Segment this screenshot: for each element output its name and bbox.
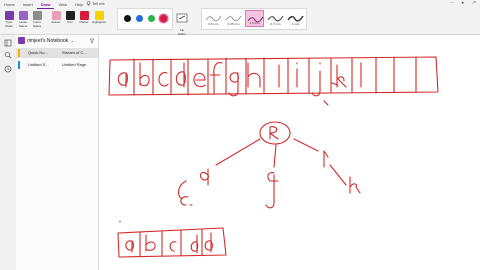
notebook-title: rimjeet's Notebook xyxy=(27,37,69,44)
tool-label: Pen xyxy=(67,20,73,24)
shape-style-label: 0.5 mm xyxy=(208,22,219,26)
pen-swatch-green[interactable] xyxy=(148,15,155,22)
pen-button[interactable]: Pen xyxy=(63,11,77,33)
tell-me-label: Tell me xyxy=(92,1,105,6)
window-actions: ⋯ ▸ ↗ xyxy=(448,0,478,7)
type-mode-button[interactable]: Type Mode xyxy=(2,11,16,33)
shape-style-3[interactable]: 0.5 mm xyxy=(245,10,264,27)
tool-label: Marker xyxy=(79,20,89,24)
handwritten-ink-drawing xyxy=(108,56,439,258)
notebook-icon xyxy=(18,37,25,44)
insert-space-button[interactable]: Insert Space xyxy=(30,11,44,33)
notebooks-icon[interactable] xyxy=(4,39,12,47)
lasso-icon xyxy=(18,11,28,20)
pen-swatch-black[interactable] xyxy=(124,15,131,22)
type-mode-icon xyxy=(4,11,14,20)
tab-view[interactable]: View xyxy=(54,0,71,9)
marker-icon xyxy=(79,11,89,20)
eraser-icon xyxy=(51,11,61,20)
chevron-down-icon: ⌄ xyxy=(70,37,75,44)
tool-sublabel: Mode xyxy=(5,24,13,28)
app-sidebar xyxy=(0,35,17,270)
share-icon[interactable]: ▸ xyxy=(459,0,467,7)
notebook-header[interactable]: rimjeet's Notebook ⌄ xyxy=(16,35,98,46)
ink-canvas[interactable] xyxy=(98,35,480,270)
section-row-quick-notes[interactable]: Quick No... Stream of C... xyxy=(16,48,98,58)
page-label[interactable]: Untitled Page xyxy=(62,62,96,67)
shape-style-label: 0.7 mm xyxy=(270,22,281,26)
shape-style-4[interactable]: 0.7 mm xyxy=(266,10,285,27)
section-label: Quick No... xyxy=(28,50,48,55)
page-label[interactable]: Stream of C... xyxy=(62,50,96,55)
tab-help[interactable]: Help xyxy=(71,0,87,9)
lightbulb-icon xyxy=(86,1,91,6)
search-icon[interactable] xyxy=(4,51,12,59)
pen-swatch-red[interactable] xyxy=(160,15,167,22)
tool-label: Highlighter xyxy=(92,20,107,24)
ink-editor-icon xyxy=(176,13,188,23)
shape-style-2[interactable]: 0.35 mm xyxy=(224,10,243,27)
more-options-icon[interactable]: ⋯ xyxy=(448,0,456,7)
highlighter-icon xyxy=(94,11,104,20)
tab-insert[interactable]: Insert xyxy=(19,0,37,9)
eraser-button[interactable]: Eraser xyxy=(49,11,63,33)
expand-icon[interactable]: ↗ xyxy=(470,0,478,7)
shape-style-label: 0.35 mm xyxy=(227,22,240,26)
marker-button[interactable]: Marker xyxy=(77,11,91,33)
ink-editor-button[interactable]: Ink Editor xyxy=(176,10,188,36)
tool-sublabel: Space xyxy=(32,24,42,28)
recent-icon[interactable] xyxy=(4,65,12,73)
pen-color-gallery xyxy=(117,8,173,30)
notebook-panel: rimjeet's Notebook ⌄ Quick No... Stream … xyxy=(16,35,99,270)
shape-style-label: 0.5 mm xyxy=(249,21,260,25)
pen-swatch-blue[interactable] xyxy=(136,15,143,22)
ribbon: Home Insert Draw View Help Tell me ⋯ ▸ ↗… xyxy=(0,0,480,36)
highlighter-button[interactable]: Highlighter xyxy=(92,11,106,33)
section-color-marker xyxy=(18,61,20,69)
tool-label: Eraser xyxy=(51,20,61,24)
section-row-untitled[interactable]: Untitled S... Untitled Page xyxy=(16,60,98,70)
tell-me-box[interactable]: Tell me xyxy=(86,1,105,6)
section-label: Untitled S... xyxy=(28,62,49,67)
filter-icon[interactable] xyxy=(89,38,95,44)
tab-home[interactable]: Home xyxy=(0,0,19,9)
insert-space-icon xyxy=(32,11,42,20)
shape-style-1[interactable]: 0.5 mm xyxy=(204,10,223,27)
shape-style-label: 1 mm xyxy=(291,22,300,26)
tool-sublabel: Select xyxy=(18,24,28,28)
shape-style-5[interactable]: 1 mm xyxy=(286,10,305,27)
ribbon-tabs: Home Insert Draw View Help xyxy=(0,0,87,9)
section-color-marker xyxy=(18,49,20,57)
lasso-select-button[interactable]: Lasso Select xyxy=(16,11,30,33)
tab-draw[interactable]: Draw xyxy=(36,0,55,9)
shape-style-gallery: 0.5 mm 0.35 mm 0.5 mm 0.7 mm 1 mm xyxy=(201,8,307,30)
pen-icon xyxy=(65,11,75,20)
